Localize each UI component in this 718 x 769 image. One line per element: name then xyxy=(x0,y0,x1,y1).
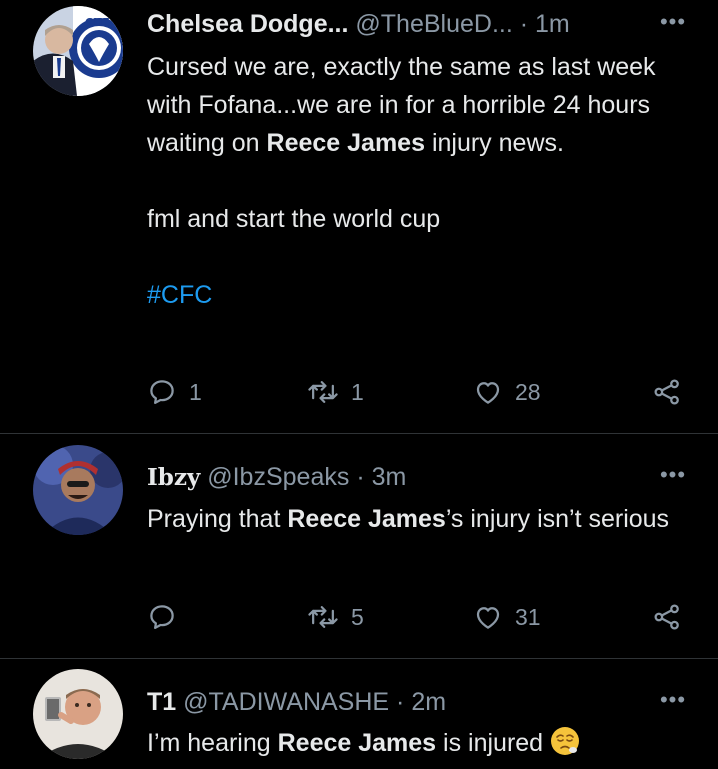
avatar-ibzy[interactable] xyxy=(33,445,123,535)
tweet-feed: CHE Chelsea Dodge... @TheBlueD... · 1m •… xyxy=(0,0,718,769)
like-count: 28 xyxy=(515,378,541,405)
reply-button[interactable]: 1 xyxy=(147,372,202,412)
separator-dot: · xyxy=(519,10,529,38)
tweet-text: I’m hearing Reece James is injured xyxy=(147,724,687,762)
tweet-header: Ibzy @IbzSpeaks · 3m xyxy=(147,462,658,493)
retweet-button[interactable]: 5 xyxy=(307,597,364,637)
tweet-text-part: injury news. xyxy=(425,129,564,157)
hashtag-link[interactable]: #CFC xyxy=(147,276,687,314)
tweet-text-part: is injured xyxy=(436,729,544,757)
reply-icon xyxy=(150,605,174,629)
tweet-text-part: ’s injury isn’t serious xyxy=(445,505,670,533)
like-button[interactable]: 28 xyxy=(473,372,541,412)
svg-text:CHE: CHE xyxy=(85,16,110,29)
timestamp[interactable]: 1m xyxy=(535,10,570,38)
share-button[interactable] xyxy=(652,597,682,637)
retweet-icon xyxy=(308,381,338,403)
avatar-image: CHE xyxy=(33,6,123,96)
tweet-text: Cursed we are, exactly the same as last … xyxy=(147,48,687,314)
reply-icon xyxy=(150,380,174,404)
avatar-chelsea-dodge[interactable]: CHE xyxy=(33,6,123,96)
user-handle[interactable]: @TADIWANASHE xyxy=(183,688,389,716)
more-options-icon[interactable]: ••• xyxy=(658,464,688,497)
like-button[interactable]: 31 xyxy=(473,597,541,637)
retweet-button[interactable]: 1 xyxy=(307,372,364,412)
heart-icon xyxy=(476,607,500,629)
like-count: 31 xyxy=(515,603,541,630)
worried-face-emoji xyxy=(551,727,580,755)
retweet-count: 5 xyxy=(351,603,364,630)
display-name[interactable]: Chelsea Dodge... xyxy=(147,10,348,38)
share-button[interactable] xyxy=(652,372,682,412)
retweet-icon xyxy=(308,606,338,628)
tweet-text-part: Praying that xyxy=(147,505,288,533)
display-name[interactable]: T1 xyxy=(147,688,176,716)
share-icon xyxy=(654,379,679,405)
user-handle[interactable]: @IbzSpeaks xyxy=(207,463,349,491)
tweet-header: Chelsea Dodge... @TheBlueD... · 1m xyxy=(147,9,658,39)
display-name[interactable]: Ibzy xyxy=(147,464,200,491)
separator-dot: · xyxy=(396,688,405,716)
reply-count: 1 xyxy=(189,378,202,405)
tweet-header: T1 @TADIWANASHE · 2m xyxy=(147,687,658,717)
heart-icon xyxy=(476,382,500,404)
tweet-actions: 5 31 xyxy=(147,597,687,637)
share-icon xyxy=(654,604,679,630)
avatar-t1[interactable] xyxy=(33,669,123,759)
highlighted-keyword: Reece James xyxy=(266,129,425,157)
tweet-text: Praying that Reece James’s injury isn’t … xyxy=(147,500,687,538)
timestamp[interactable]: 2m xyxy=(411,688,446,716)
tweet-text-line: fml and start the world cup xyxy=(147,205,441,233)
highlighted-keyword: Reece James xyxy=(277,729,437,757)
avatar-image xyxy=(33,669,123,759)
tweet-text-part: I’m hearing xyxy=(147,729,278,757)
retweet-count: 1 xyxy=(351,378,364,405)
more-options-icon[interactable]: ••• xyxy=(658,11,688,44)
user-handle[interactable]: @TheBlueD... xyxy=(355,10,512,38)
tweet-3[interactable]: T1 @TADIWANASHE · 2m ••• I’m hearing Ree… xyxy=(0,659,718,769)
highlighted-keyword: Reece James xyxy=(287,505,446,533)
tweet-1[interactable]: CHE Chelsea Dodge... @TheBlueD... · 1m •… xyxy=(0,0,718,433)
tweet-2[interactable]: Ibzy @IbzSpeaks · 3m ••• Praying that Re… xyxy=(0,434,718,658)
avatar-image xyxy=(33,445,123,535)
timestamp[interactable]: 3m xyxy=(372,463,407,491)
separator-dot: · xyxy=(356,463,365,491)
tweet-actions: 1 1 28 xyxy=(147,372,687,412)
more-options-icon[interactable]: ••• xyxy=(658,689,688,722)
reply-button[interactable] xyxy=(147,597,189,637)
